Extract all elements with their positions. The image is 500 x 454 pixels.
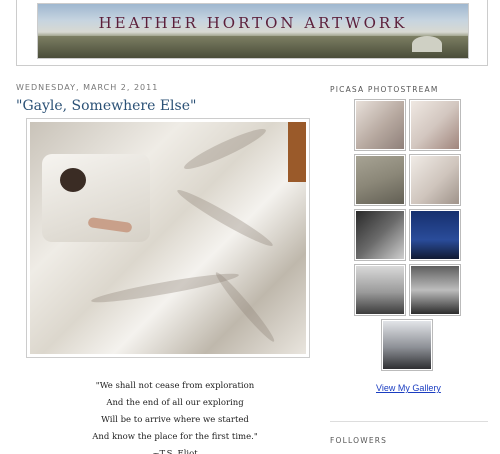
sidebar-divider <box>330 421 488 422</box>
post-quote: "We shall not cease from exploration And… <box>60 378 290 454</box>
quote-line: And know the place for the first time." <box>92 432 258 442</box>
banner-tent <box>412 36 442 52</box>
thumb-portrait-sketch[interactable] <box>409 154 461 206</box>
quote-attribution: ~T.S. Eliot <box>152 449 198 454</box>
thumb-bw-figure[interactable] <box>354 209 406 261</box>
quote-line: Will be to arrive where we started <box>101 415 249 425</box>
thumb-image <box>356 266 404 314</box>
thumb-image <box>356 156 404 204</box>
thumb-image <box>411 266 459 314</box>
pillow <box>42 154 150 242</box>
thumb-city-skyline[interactable] <box>354 264 406 316</box>
thumb-self-portrait-2[interactable] <box>409 99 461 151</box>
painting-sleeping-figure <box>30 122 306 354</box>
banner-landscape <box>38 36 468 58</box>
post-date: WEDNESDAY, MARCH 2, 2011 <box>16 83 159 92</box>
thumb-bw-sky[interactable] <box>409 264 461 316</box>
thumb-blue-night[interactable] <box>409 209 461 261</box>
quote-line: And the end of all our exploring <box>106 398 244 408</box>
thumb-image <box>356 101 404 149</box>
sheet-fold <box>174 185 276 251</box>
header-banner-image[interactable]: HEATHER HORTON ARTWORK <box>37 3 469 59</box>
figure-head <box>60 168 86 192</box>
thumb-image <box>383 321 431 369</box>
sheet-fold <box>181 123 269 175</box>
bed-frame <box>288 122 306 182</box>
view-gallery-link[interactable]: View My Gallery <box>376 383 441 393</box>
photostream-heading: PICASA PHOTOSTREAM <box>330 85 439 94</box>
thumb-image <box>411 211 459 259</box>
quote-line: "We shall not cease from exploration <box>95 381 255 391</box>
thumb-self-portrait-1[interactable] <box>354 99 406 151</box>
post-title[interactable]: "Gayle, Somewhere Else" <box>16 98 196 114</box>
thumb-grass-sketch-1[interactable] <box>354 154 406 206</box>
thumb-image <box>411 101 459 149</box>
thumb-image <box>411 156 459 204</box>
post-image[interactable] <box>26 118 310 358</box>
blog-title[interactable]: HEATHER HORTON ARTWORK <box>38 14 468 32</box>
thumb-image <box>356 211 404 259</box>
followers-heading: FOLLOWERS <box>330 436 388 445</box>
header: HEATHER HORTON ARTWORK <box>16 0 488 66</box>
thumb-gargoyle[interactable] <box>381 319 433 371</box>
sheet-fold <box>212 269 278 345</box>
